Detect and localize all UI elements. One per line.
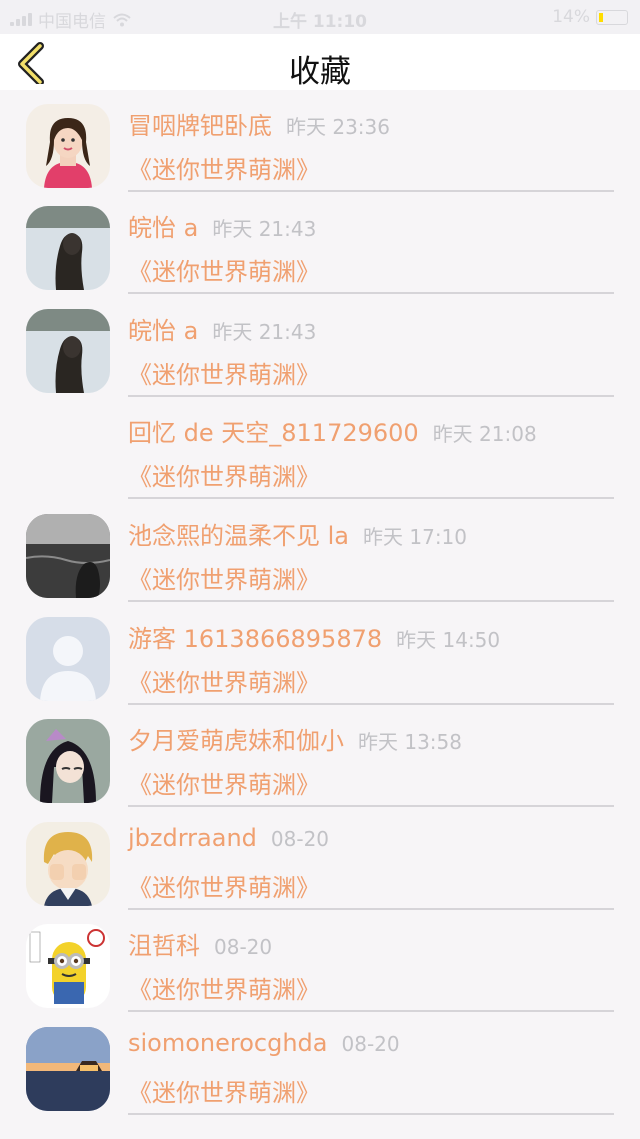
list-item[interactable]: 游客 1613866895878 昨天 14:50 《迷你世界萌渊》 [0,603,640,706]
user-name[interactable]: 皖怡 a [128,214,198,242]
avatar-image [26,1026,110,1111]
user-name[interactable]: 池念熙的温柔不见 la [128,522,349,550]
favorite-title[interactable]: 《迷你世界萌渊》 [128,765,320,800]
item-text: 皖怡 a 昨天 21:43 《迷你世界萌渊》 [128,295,614,397]
list-item[interactable]: 冒咽牌钯卧底 昨天 23:36 《迷你世界萌渊》 [0,90,640,193]
avatar-image [26,103,110,188]
page-title: 收藏 [289,54,351,90]
list-item[interactable]: 沮哲科 08-20 《迷你世界萌渊》 [0,910,640,1013]
avatar-image [26,308,110,393]
avatar[interactable] [26,308,110,393]
timestamp: 昨天 21:43 [212,217,317,242]
favorite-title[interactable]: 《迷你世界萌渊》 [128,252,320,287]
avatar-image [26,206,110,291]
user-name[interactable]: 夕月爱萌虎妹和伽小 [128,727,344,755]
list-item[interactable]: 回忆 de 天空_811729600 昨天 21:08 《迷你世界萌渊》 [0,397,640,500]
name-line: 池念熙的温柔不见 la 昨天 17:10 [128,516,467,551]
avatar-image [26,513,110,598]
list-item[interactable]: 皖怡 a 昨天 21:43 《迷你世界萌渊》 [0,295,640,398]
list-item[interactable]: jbzdrraand 08-20 《迷你世界萌渊》 [0,808,640,911]
name-line: 回忆 de 天空_811729600 昨天 21:08 [128,413,537,448]
avatar[interactable] [26,616,110,701]
user-name[interactable]: 冒咽牌钯卧底 [128,112,272,140]
favorite-title[interactable]: 《迷你世界萌渊》 [128,663,320,698]
name-line: siomonerocghda 08-20 [128,1029,400,1057]
name-line: 冒咽牌钯卧底 昨天 23:36 [128,106,390,141]
item-text: 游客 1613866895878 昨天 14:50 《迷你世界萌渊》 [128,603,614,705]
avatar-image [26,616,110,701]
avatar[interactable] [26,206,110,291]
status-bar: 中国电信 上午 11:10 14% [0,0,640,34]
timestamp: 08-20 [214,935,273,960]
favorite-title[interactable]: 《迷你世界萌渊》 [128,1073,320,1108]
avatar-image [26,924,110,1009]
list-item[interactable]: 皖怡 a 昨天 21:43 《迷你世界萌渊》 [0,192,640,295]
item-text: 夕月爱萌虎妹和伽小 昨天 13:58 《迷你世界萌渊》 [128,705,614,808]
avatar[interactable] [26,513,110,598]
timestamp: 昨天 17:10 [363,524,468,549]
name-line: 沮哲科 08-20 [128,926,272,961]
name-line: 皖怡 a 昨天 21:43 [128,311,316,346]
favorites-list: 《迷你世界萌渊》冒咽牌钯卧底昨天 23:36《迷你世界萌渊》皖怡 a昨天 21:… [0,0,640,1116]
battery-level [599,12,603,22]
list-item[interactable]: 池念熙的温柔不见 la 昨天 17:10 《迷你世界萌渊》 [0,500,640,603]
avatar[interactable] [26,924,110,1009]
favorite-title[interactable]: 《迷你世界萌渊》 [128,457,320,492]
item-text: jbzdrraand 08-20 《迷你世界萌渊》 [128,808,614,910]
favorite-title[interactable]: 《迷你世界萌渊》 [128,560,320,595]
favorite-title[interactable]: 《迷你世界萌渊》 [128,970,320,1005]
name-line: 夕月爱萌虎妹和伽小 昨天 13:58 [128,721,462,756]
favorite-title[interactable]: 《迷你世界萌渊》 [128,868,320,903]
battery-percent: 14% [552,7,590,27]
user-name[interactable]: 回忆 de 天空_811729600 [128,419,419,447]
avatar[interactable] [26,821,110,906]
timestamp: 08-20 [270,826,330,851]
timestamp: 昨天 21:08 [432,422,537,447]
item-text: 池念熙的温柔不见 la 昨天 17:10 《迷你世界萌渊》 [128,500,614,602]
name-line: 游客 1613866895878 昨天 14:50 [128,619,500,654]
avatar[interactable] [26,103,110,188]
user-name[interactable]: 游客 1613866895878 [128,625,382,653]
user-name[interactable]: 沮哲科 [128,932,200,960]
item-text: 皖怡 a 昨天 21:43 《迷你世界萌渊》 [128,192,614,295]
name-line: jbzdrraand 08-20 [128,824,329,852]
user-name[interactable]: siomonerocghda [128,1029,328,1057]
battery-icon [596,9,628,25]
timestamp: 昨天 23:36 [286,114,390,139]
user-name[interactable]: jbzdrraand [128,824,257,852]
avatar-image [26,719,110,804]
item-text: 回忆 de 天空_811729600 昨天 21:08 《迷你世界萌渊》 [128,397,614,500]
avatar-image [26,821,110,906]
timestamp: 昨天 21:43 [212,319,317,344]
avatar[interactable] [26,1026,110,1111]
favorite-title[interactable]: 《迷你世界萌渊》 [128,355,320,390]
battery-group: 14% [552,7,628,27]
list-item[interactable]: siomonerocghda 08-20 《迷你世界萌渊》 [0,1013,640,1116]
list-item[interactable]: 夕月爱萌虎妹和伽小 昨天 13:58 《迷你世界萌渊》 [0,705,640,808]
item-text: siomonerocghda 08-20 《迷你世界萌渊》 [128,1013,614,1115]
item-text: 冒咽牌钯卧底 昨天 23:36 《迷你世界萌渊》 [128,90,614,192]
name-line: 皖怡 a 昨天 21:43 [128,208,316,243]
navigation-bar: 收藏 [0,34,640,90]
favorite-title[interactable]: 《迷你世界萌渊》 [128,150,320,185]
item-text: 沮哲科 08-20 《迷你世界萌渊》 [128,910,614,1013]
clock: 上午 11:10 [272,12,368,32]
timestamp: 昨天 14:50 [396,627,501,652]
user-name[interactable]: 皖怡 a [128,317,198,345]
timestamp: 08-20 [341,1031,400,1056]
timestamp: 昨天 13:58 [358,730,462,755]
avatar[interactable] [26,719,110,804]
